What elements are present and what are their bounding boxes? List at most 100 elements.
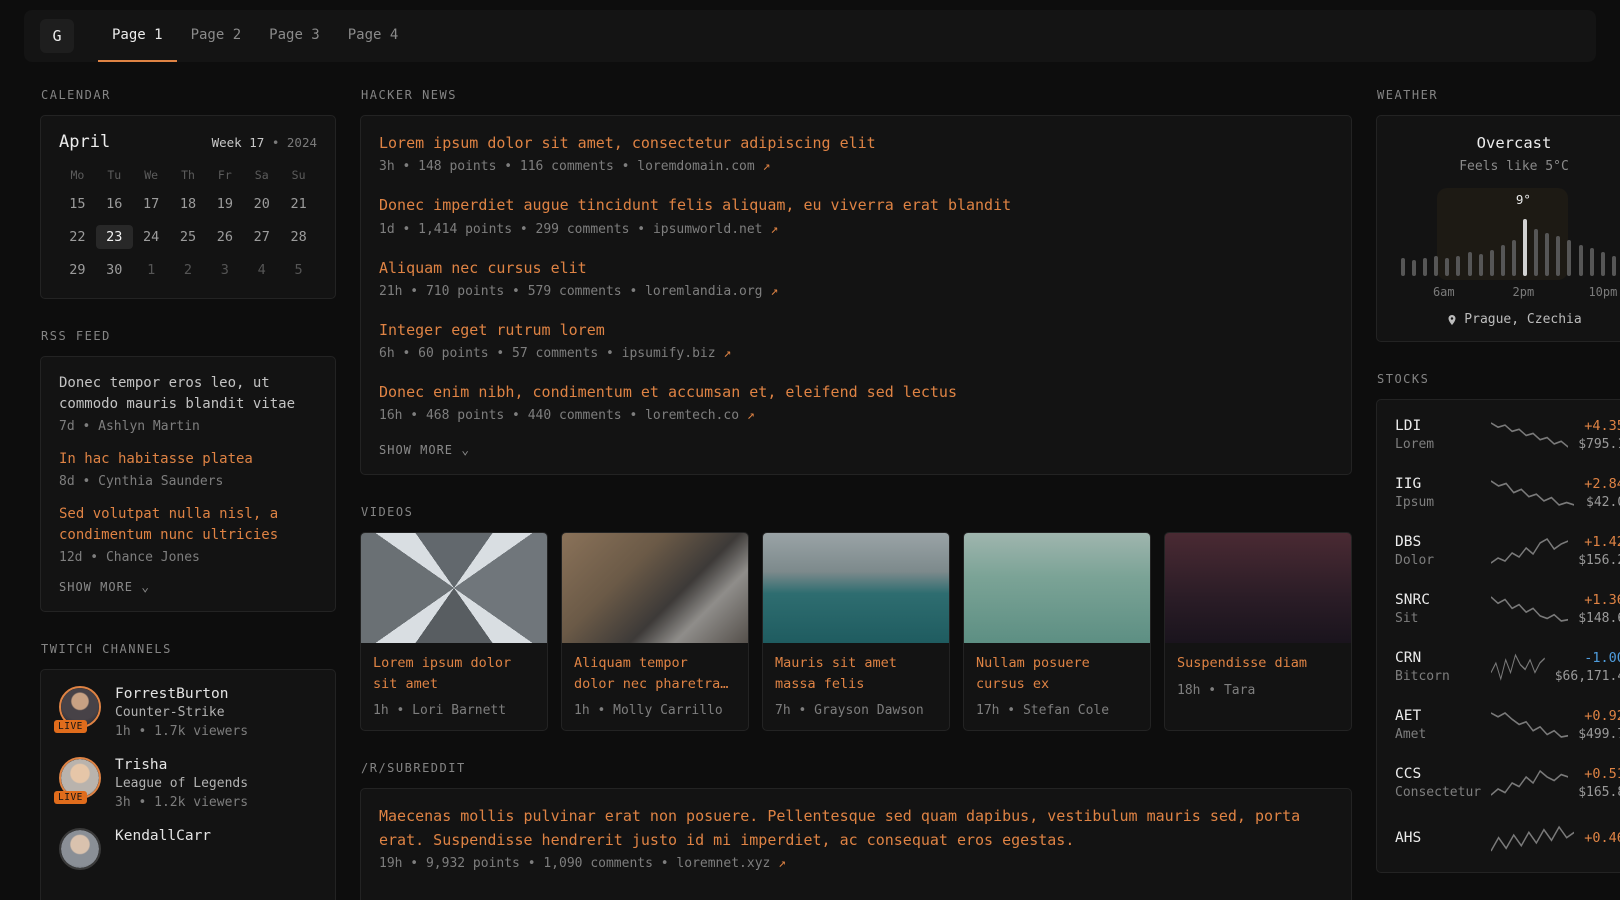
- subreddit-post-title[interactable]: Maecenas mollis pulvinar erat non posuer…: [379, 805, 1333, 852]
- stock-row[interactable]: DBS Dolor +1.42% $156.28: [1393, 522, 1620, 580]
- stock-price: $156.28: [1578, 553, 1620, 568]
- calendar-dow-label: Mo: [59, 168, 96, 182]
- rss-item-title[interactable]: Donec tempor eros leo, ut commodo mauris…: [59, 373, 317, 415]
- hackernews-item-title[interactable]: Aliquam nec cursus elit: [379, 257, 1333, 280]
- video-thumbnail[interactable]: [562, 533, 748, 643]
- video-card[interactable]: Aliquam tempor dolor nec pharetra… 1h • …: [561, 532, 749, 731]
- page-tab[interactable]: Page 3: [255, 10, 334, 62]
- video-title[interactable]: Nullam posuere cursus ex: [976, 653, 1138, 694]
- calendar-day-cell: 21: [280, 192, 317, 216]
- twitch-channel-name[interactable]: ForrestBurton: [115, 686, 248, 702]
- hackernews-item-title[interactable]: Donec enim nibh, condimentum et accumsan…: [379, 381, 1333, 404]
- weather-location: Prague, Czechia: [1464, 312, 1581, 327]
- video-card[interactable]: Nullam posuere cursus ex 17h • Stefan Co…: [963, 532, 1151, 731]
- video-card-body: Mauris sit amet massa felis 7h • Grayson…: [763, 643, 949, 730]
- stock-sparkline: [1491, 824, 1574, 854]
- hackernews-item-title[interactable]: Integer eget rutrum lorem: [379, 319, 1333, 342]
- rss-item: Sed volutpat nulla nisl, a condimentum n…: [59, 504, 317, 565]
- hackernews-item-stats: 1d • 1,414 points • 299 comments •: [379, 222, 645, 237]
- stock-price: $499.72: [1578, 727, 1620, 742]
- twitch-channel-row[interactable]: KendallCarr: [59, 828, 317, 870]
- stock-change: +1.42%: [1578, 534, 1620, 550]
- calendar-day-cell: 16: [96, 192, 133, 216]
- twitch-channel-row[interactable]: LIVE ForrestBurton Counter-Strike 1h • 1…: [59, 686, 317, 739]
- video-thumbnail[interactable]: [1165, 533, 1351, 643]
- chevron-down-icon: ⌄: [461, 443, 470, 458]
- page-tab[interactable]: Page 2: [177, 10, 256, 62]
- stock-row[interactable]: CCS Consectetur +0.51% $165.84: [1393, 754, 1620, 812]
- hackernews-item-source[interactable]: loremtech.co: [645, 408, 739, 423]
- video-thumbnail[interactable]: [763, 533, 949, 643]
- weather-hour-bar: [1601, 252, 1605, 276]
- weather-hour-bar: [1579, 245, 1583, 276]
- weather-hour-bar: [1567, 240, 1571, 276]
- subreddit-post-source[interactable]: loremnet.xyz: [676, 856, 770, 871]
- rss-item-meta: 7d • Ashlyn Martin: [59, 419, 317, 434]
- calendar-day-cell: 27: [243, 225, 280, 249]
- video-card-body: Suspendisse diam 18h • Tara: [1165, 643, 1351, 709]
- video-title[interactable]: Lorem ipsum dolor sit amet consectetu…: [373, 653, 535, 694]
- video-card[interactable]: Mauris sit amet massa felis 7h • Grayson…: [762, 532, 950, 731]
- rss-show-more-button[interactable]: SHOW MORE ⌄: [59, 580, 317, 595]
- page-tab[interactable]: Page 1: [98, 10, 177, 62]
- hackernews-item-source[interactable]: ipsumify.biz: [622, 346, 716, 361]
- rss-item-title[interactable]: Sed volutpat nulla nisl, a condimentum n…: [59, 504, 317, 546]
- video-thumbnail[interactable]: [964, 533, 1150, 643]
- stock-row[interactable]: CRN Bitcorn -1.00% $66,171.48: [1393, 638, 1620, 696]
- stock-identity: CRN Bitcorn: [1395, 650, 1481, 684]
- stock-name: Bitcorn: [1395, 669, 1481, 684]
- stock-values: +1.36% $148.64: [1578, 592, 1620, 626]
- video-card[interactable]: Suspendisse diam 18h • Tara: [1164, 532, 1352, 731]
- stock-name: Sit: [1395, 611, 1481, 626]
- hackernews-item-title[interactable]: Donec imperdiet augue tincidunt felis al…: [379, 194, 1333, 217]
- hackernews-item-title[interactable]: Lorem ipsum dolor sit amet, consectetur …: [379, 132, 1333, 155]
- stock-identity: AHS: [1395, 830, 1481, 849]
- external-link-icon: ↗: [723, 346, 731, 361]
- page-tab[interactable]: Page 4: [334, 10, 413, 62]
- calendar-day-cell: 24: [133, 225, 170, 249]
- weather-hour-bar: [1523, 219, 1527, 276]
- hackernews-item-stats: 16h • 468 points • 440 comments •: [379, 408, 637, 423]
- twitch-channel-info: KendallCarr: [115, 828, 211, 870]
- subreddit-post-meta: 19h • 9,932 points • 1,090 comments • lo…: [379, 856, 1333, 871]
- stock-row[interactable]: SNRC Sit +1.36% $148.64: [1393, 580, 1620, 638]
- video-thumbnail[interactable]: [361, 533, 547, 643]
- rss-widget: RSS FEED Donec tempor eros leo, ut commo…: [40, 329, 336, 612]
- subreddit-section-title: /R/SUBREDDIT: [361, 761, 1352, 775]
- calendar-day-cell: 3: [206, 258, 243, 282]
- external-link-icon: ↗: [778, 856, 786, 871]
- app-logo[interactable]: G: [40, 19, 74, 53]
- stock-row[interactable]: IIG Ipsum +2.84% $42.04: [1393, 464, 1620, 522]
- video-card[interactable]: Lorem ipsum dolor sit amet consectetu… 1…: [360, 532, 548, 731]
- hackernews-item-source[interactable]: ipsumworld.net: [653, 222, 763, 237]
- calendar-year: 2024: [287, 135, 317, 150]
- hackernews-show-more-button[interactable]: SHOW MORE ⌄: [379, 443, 1333, 458]
- stock-row[interactable]: AET Amet +0.92% $499.72: [1393, 696, 1620, 754]
- rss-item-title[interactable]: In hac habitasse platea: [59, 449, 317, 470]
- weather-hour-bar: [1445, 258, 1449, 276]
- weather-hour-bar: [1490, 250, 1494, 276]
- stock-change: +2.84%: [1584, 476, 1620, 492]
- stock-ticker: SNRC: [1395, 592, 1481, 608]
- stocks-section-title: STOCKS: [1377, 372, 1620, 386]
- twitch-channel-row[interactable]: LIVE Trisha League of Legends 3h • 1.2k …: [59, 757, 317, 810]
- twitch-channel-name[interactable]: KendallCarr: [115, 828, 211, 844]
- stock-price: $165.84: [1578, 785, 1620, 800]
- avatar: [59, 828, 101, 870]
- stock-name: Amet: [1395, 727, 1481, 742]
- stock-row[interactable]: AHS +0.46%: [1393, 812, 1620, 866]
- stock-ticker: LDI: [1395, 418, 1481, 434]
- video-title[interactable]: Aliquam tempor dolor nec pharetra…: [574, 653, 736, 694]
- hackernews-item-source[interactable]: loremlandia.org: [645, 284, 762, 299]
- weather-time-label: 6am: [1433, 285, 1455, 299]
- video-title[interactable]: Suspendisse diam: [1177, 653, 1339, 673]
- weather-current-temp: 9°: [1516, 192, 1531, 207]
- stock-values: -1.00% $66,171.48: [1555, 650, 1620, 684]
- stock-row[interactable]: LDI Lorem +4.35% $795.18: [1393, 406, 1620, 464]
- hackernews-item-source[interactable]: loremdomain.com: [637, 159, 754, 174]
- stock-ticker: IIG: [1395, 476, 1481, 492]
- twitch-channel-name[interactable]: Trisha: [115, 757, 248, 773]
- stock-identity: CCS Consectetur: [1395, 766, 1481, 800]
- hackernews-item-meta: 21h • 710 points • 579 comments • loreml…: [379, 284, 1333, 299]
- video-title[interactable]: Mauris sit amet massa felis: [775, 653, 937, 694]
